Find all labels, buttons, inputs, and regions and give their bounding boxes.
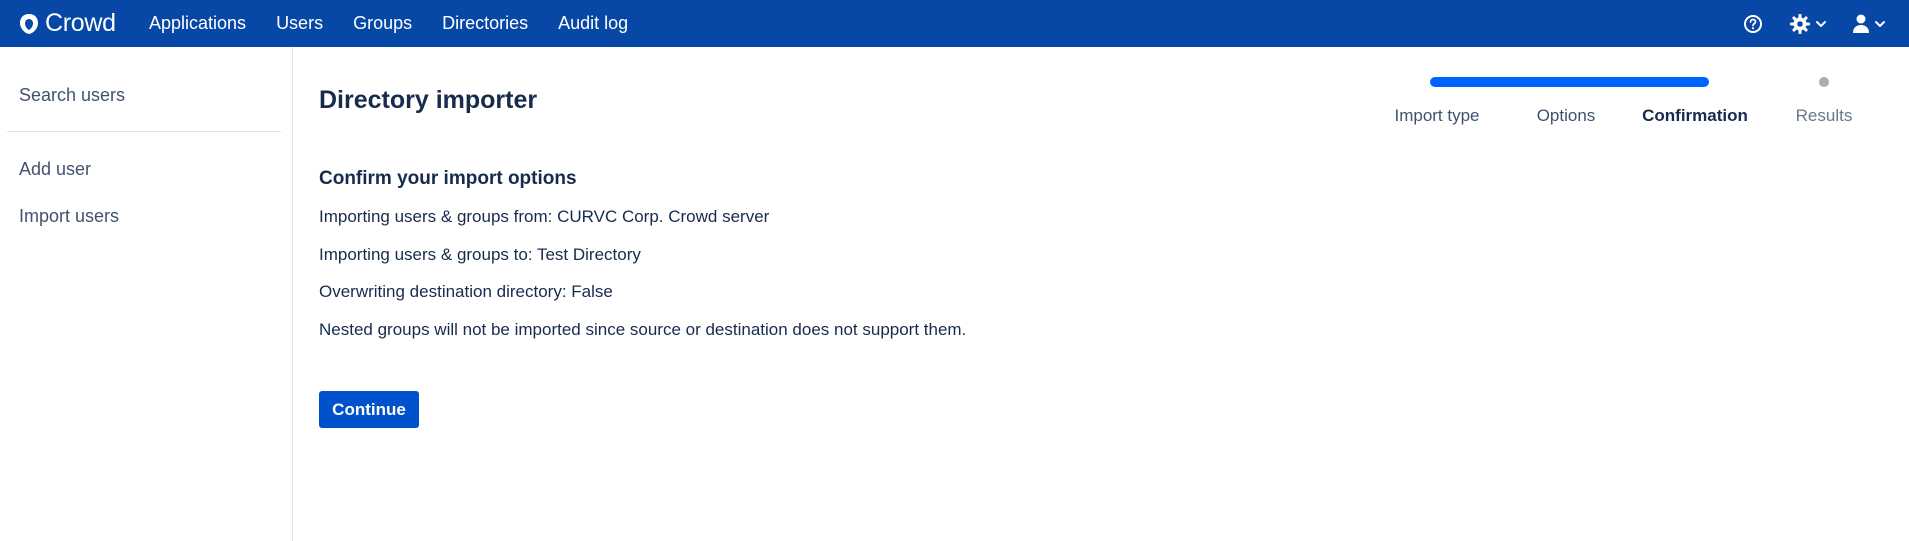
sidebar-item-import-users[interactable]: Import users: [19, 206, 119, 227]
chevron-down-icon: [1875, 21, 1885, 27]
progress-tracker: Import type Options Confirmation Results: [1380, 70, 1880, 130]
app-name: Crowd: [45, 9, 116, 37]
progress-step-import-type: Import type: [1394, 106, 1480, 125]
import-source-text: Importing users & groups from: CURVC Cor…: [319, 207, 770, 226]
user-menu-button[interactable]: [1852, 12, 1886, 36]
primary-nav: Applications Users Groups Directories Au…: [149, 0, 658, 47]
user-icon: [1853, 14, 1869, 33]
nav-audit-log[interactable]: Audit log: [558, 13, 628, 34]
progress-tracker-fill: [1430, 77, 1709, 87]
top-navigation-bar: Crowd Applications Users Groups Director…: [0, 0, 1909, 47]
crowd-logo[interactable]: Crowd: [18, 0, 116, 47]
nav-applications[interactable]: Applications: [149, 13, 246, 34]
chevron-down-icon: [1816, 21, 1826, 27]
progress-step-results: Results: [1795, 106, 1853, 125]
sidebar-divider: [7, 131, 281, 132]
nested-groups-note: Nested groups will not be imported since…: [319, 320, 967, 339]
nav-users[interactable]: Users: [276, 13, 323, 34]
help-icon: [1744, 15, 1762, 33]
progress-step-options: Options: [1536, 106, 1596, 125]
settings-menu-button[interactable]: [1789, 12, 1827, 36]
progress-tracker-pending-dot: [1819, 77, 1829, 87]
sidebar-item-add-user[interactable]: Add user: [19, 159, 91, 180]
sidebar-item-search-users[interactable]: Search users: [19, 85, 125, 106]
progress-step-confirmation: Confirmation: [1642, 106, 1748, 125]
section-title: Confirm your import options: [319, 168, 577, 189]
overwrite-option-text: Overwriting destination directory: False: [319, 282, 613, 301]
continue-button[interactable]: Continue: [319, 391, 419, 428]
help-button[interactable]: [1743, 12, 1763, 36]
crowd-logo-icon: [20, 13, 38, 34]
gear-icon: [1790, 14, 1810, 34]
nav-groups[interactable]: Groups: [353, 13, 412, 34]
import-destination-text: Importing users & groups to: Test Direct…: [319, 245, 641, 264]
page-title: Directory importer: [319, 86, 538, 114]
nav-directories[interactable]: Directories: [442, 13, 528, 34]
sidebar: Search users Add user Import users: [0, 47, 293, 541]
